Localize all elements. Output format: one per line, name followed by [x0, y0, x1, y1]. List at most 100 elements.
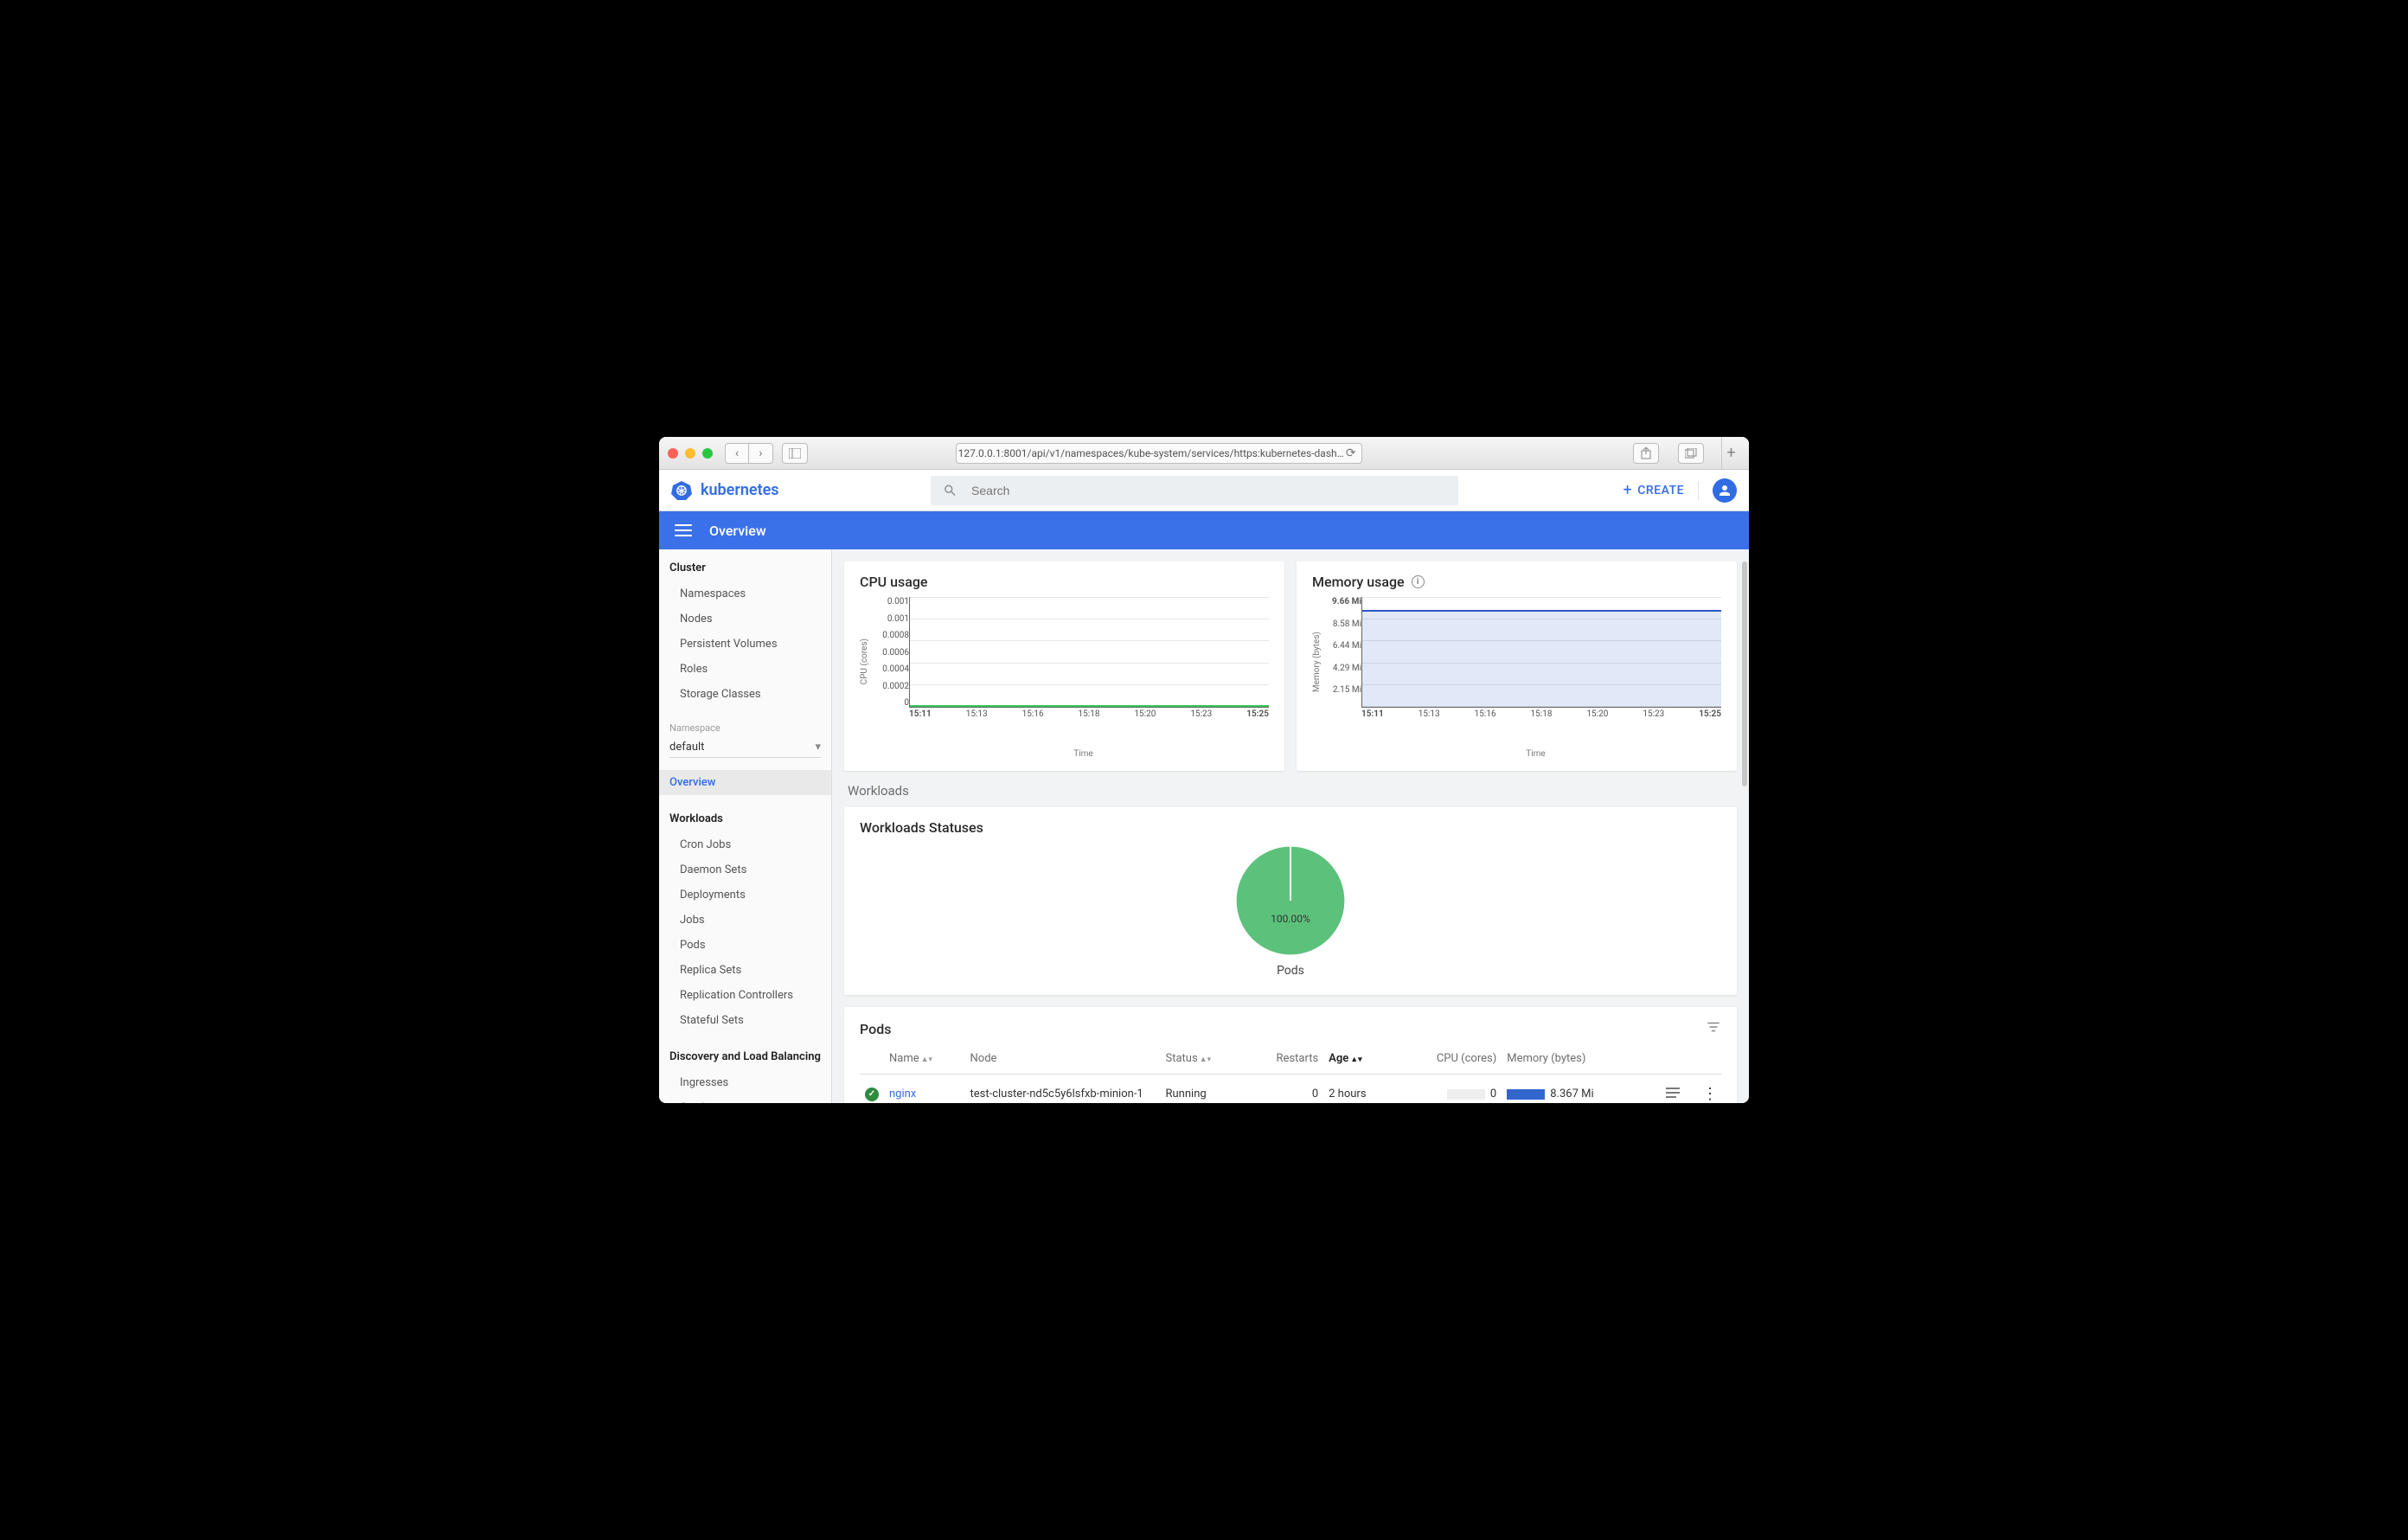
mem-xtick: 15:23 [1643, 709, 1664, 719]
sidebar-item-roles[interactable]: Roles [659, 657, 831, 682]
pod-name-link[interactable]: nginx [889, 1088, 916, 1100]
url-text: 127.0.0.1:8001/api/v1/namespaces/kube-sy… [958, 447, 1344, 459]
sidebar-item-cron-jobs[interactable]: Cron Jobs [659, 832, 831, 857]
sidebar-item-ingresses[interactable]: Ingresses [659, 1070, 831, 1095]
window-close-button[interactable] [668, 448, 678, 459]
mem-ylabel: Memory (bytes) [1312, 632, 1322, 692]
cpu-ytick: 0 [871, 698, 909, 708]
cpu-xtick: 15:11 [909, 709, 932, 719]
sidebar-item-overview[interactable]: Overview [659, 770, 831, 795]
col-mem[interactable]: Memory (bytes) [1502, 1043, 1648, 1075]
search-icon [943, 483, 957, 498]
search-input[interactable] [970, 483, 1446, 498]
memory-series-area [1362, 610, 1721, 707]
sidebar-head-workloads[interactable]: Workloads [659, 805, 831, 832]
chevron-down-icon: ▾ [815, 741, 821, 754]
col-age[interactable]: Age▲▾ [1323, 1043, 1395, 1075]
sidebar-item-replication-controllers[interactable]: Replication Controllers [659, 983, 831, 1008]
sidebar-toggle-icon[interactable] [782, 443, 808, 464]
pie-caption: Pods [1277, 964, 1304, 978]
window-minimize-button[interactable] [685, 448, 695, 459]
sidebar-item-replica-sets[interactable]: Replica Sets [659, 958, 831, 983]
back-button[interactable]: ‹ [725, 443, 749, 464]
cpu-bar [1447, 1089, 1485, 1100]
mem-ytick: 9.66 Mi [1323, 597, 1361, 606]
sidebar-item-nodes[interactable]: Nodes [659, 606, 831, 632]
kubernetes-logo-icon [671, 480, 692, 501]
logs-icon[interactable] [1666, 1089, 1680, 1102]
cpu-title: CPU usage [860, 574, 1269, 590]
cpu-xtick: 15:25 [1246, 709, 1269, 719]
sidebar-item-storage-classes[interactable]: Storage Classes [659, 682, 831, 707]
person-icon [1717, 483, 1732, 498]
namespace-select[interactable]: default ▾ [669, 737, 821, 758]
mem-xtick: 15:11 [1361, 709, 1384, 719]
namespace-value: default [669, 741, 704, 754]
account-button[interactable] [1713, 478, 1737, 503]
cpu-ytick: 0.0006 [871, 648, 909, 658]
cpu-usage-card: CPU usage CPU (cores) 0.001 0.001 0.0008… [844, 561, 1284, 771]
sidebar-item-deployments[interactable]: Deployments [659, 882, 831, 908]
scrollbar-thumb[interactable] [1742, 561, 1747, 786]
cpu-ytick: 0.001 [871, 614, 909, 624]
cpu-chart: CPU (cores) 0.001 0.001 0.0008 0.0006 0.… [860, 597, 1269, 727]
create-label: CREATE [1637, 484, 1684, 497]
sidebar-item-persistent-volumes[interactable]: Persistent Volumes [659, 632, 831, 657]
cpu-ytick: 0.0002 [871, 682, 909, 691]
pod-status: Running [1166, 1088, 1207, 1100]
reload-icon[interactable]: ⟳ [1346, 446, 1356, 460]
pod-mem: 8.367 Mi [1550, 1088, 1593, 1100]
mem-ytick: 4.29 Mi [1323, 664, 1361, 673]
table-row[interactable]: ✓ nginx test-cluster-nd5c5y6lsfxb-minion… [860, 1075, 1721, 1104]
workloads-section-label: Workloads [848, 783, 1733, 799]
mem-bar [1507, 1089, 1545, 1100]
sidebar-head-cluster[interactable]: Cluster [659, 555, 831, 581]
menu-button[interactable] [675, 524, 692, 536]
info-icon[interactable]: i [1412, 575, 1425, 588]
titlebar: ‹ › 127.0.0.1:8001/api/v1/namespaces/kub… [659, 437, 1749, 470]
main-content: CPU usage CPU (cores) 0.001 0.001 0.0008… [832, 549, 1749, 1103]
sidebar-item-pods[interactable]: Pods [659, 933, 831, 958]
share-icon[interactable] [1633, 443, 1659, 464]
create-button[interactable]: + CREATE [1623, 481, 1684, 499]
address-bar[interactable]: 127.0.0.1:8001/api/v1/namespaces/kube-sy… [956, 443, 1362, 464]
divider [1698, 481, 1699, 500]
col-restarts[interactable]: Restarts [1245, 1043, 1323, 1075]
cpu-xtick: 15:20 [1134, 709, 1156, 719]
pods-card: Pods Name▲▾ Node Status▲▾ Re [844, 1007, 1737, 1103]
cpu-ytick: 0.0008 [871, 631, 909, 640]
sidebar-head-discovery[interactable]: Discovery and Load Balancing [659, 1043, 831, 1070]
mem-xlabel: Time [1350, 749, 1721, 759]
window-maximize-button[interactable] [702, 448, 713, 459]
forward-button[interactable]: › [749, 443, 773, 464]
col-name[interactable]: Name▲▾ [884, 1043, 965, 1075]
pod-cpu: 0 [1490, 1088, 1496, 1100]
sidebar-item-jobs[interactable]: Jobs [659, 908, 831, 933]
cpu-series-line [910, 705, 1269, 707]
filter-icon[interactable] [1706, 1019, 1721, 1038]
more-actions-icon[interactable]: ⋮ [1702, 1085, 1716, 1103]
brand-text: kubernetes [701, 481, 779, 499]
col-node[interactable]: Node [965, 1043, 1161, 1075]
pods-title: Pods [860, 1021, 891, 1037]
pods-status-pie: 100.00% [1234, 844, 1347, 957]
new-tab-button[interactable]: + [1721, 437, 1740, 470]
sidebar-item-daemon-sets[interactable]: Daemon Sets [659, 857, 831, 882]
brand[interactable]: kubernetes [671, 480, 931, 501]
cpu-ytick: 0.0004 [871, 664, 909, 674]
sidebar-item-stateful-sets[interactable]: Stateful Sets [659, 1008, 831, 1033]
mem-ytick: 8.58 Mi [1323, 619, 1361, 629]
col-status[interactable]: Status▲▾ [1161, 1043, 1245, 1075]
mem-xtick: 15:25 [1699, 709, 1721, 719]
sidebar: Cluster Namespaces Nodes Persistent Volu… [659, 549, 832, 1103]
section-bar: Overview [659, 511, 1749, 549]
cpu-xtick: 15:16 [1022, 709, 1044, 719]
sidebar-item-namespaces[interactable]: Namespaces [659, 581, 831, 606]
search-field[interactable] [931, 476, 1458, 505]
mem-xtick: 15:18 [1531, 709, 1553, 719]
tabs-icon[interactable] [1678, 443, 1704, 464]
sidebar-item-services[interactable]: Services [659, 1095, 831, 1103]
mem-ytick: 6.44 Mi [1323, 641, 1361, 651]
col-cpu[interactable]: CPU (cores) [1396, 1043, 1502, 1075]
mem-ytick: 2.15 Mi [1323, 685, 1361, 695]
